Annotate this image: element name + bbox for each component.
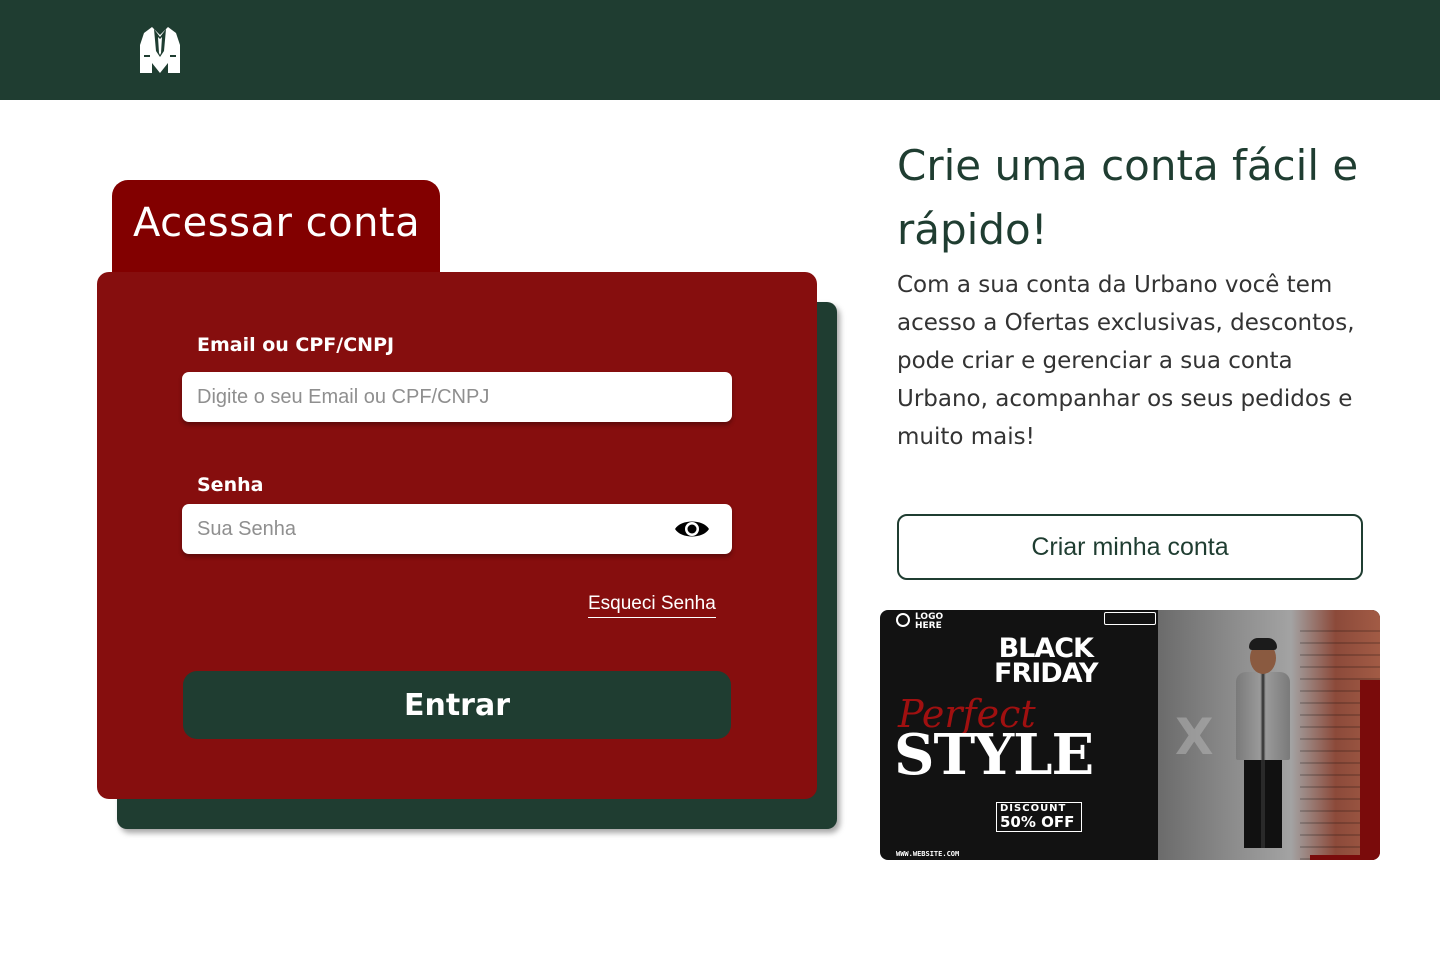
suit-jacket-icon[interactable] — [138, 25, 182, 77]
eye-icon[interactable] — [674, 517, 710, 541]
email-input[interactable] — [182, 372, 732, 422]
banner-red-accent-bottom — [1310, 855, 1380, 860]
banner-headline: BLACK FRIDAY — [994, 633, 1099, 689]
model-hair — [1249, 638, 1277, 650]
black-friday-banner[interactable]: X LOGO HERE BLACK FRIDAY Perfect STYLE D… — [880, 610, 1380, 860]
banner-website: WWW.WEBSITE.COM — [896, 850, 960, 858]
social-icons — [1104, 612, 1156, 625]
promo-description: Com a sua conta da Urbano você tem acess… — [897, 272, 1355, 450]
login-title: Acessar conta — [133, 200, 421, 246]
banner-logo-icon — [896, 613, 910, 627]
top-header — [0, 0, 1440, 100]
email-field-wrapper — [182, 372, 732, 422]
password-field-wrapper — [182, 504, 732, 554]
create-account-button[interactable]: Criar minha conta — [897, 514, 1363, 580]
forgot-password-link[interactable]: Esqueci Senha — [588, 593, 716, 618]
model-body — [1236, 672, 1290, 760]
banner-big-text: STYLE — [894, 722, 1094, 788]
discount-value: 50% OFF — [1000, 813, 1075, 831]
password-label: Senha — [197, 474, 264, 496]
banner-x-mark: X — [1175, 708, 1214, 766]
login-submit-button[interactable]: Entrar — [183, 671, 731, 739]
banner-red-accent — [1360, 680, 1380, 860]
promo-title: Crie uma conta fácil e rápido! — [897, 141, 1359, 254]
model-legs — [1244, 758, 1282, 848]
banner-logo-text: LOGO HERE — [915, 612, 944, 631]
password-input[interactable] — [182, 504, 732, 554]
email-label: Email ou CPF/CNPJ — [197, 334, 395, 356]
